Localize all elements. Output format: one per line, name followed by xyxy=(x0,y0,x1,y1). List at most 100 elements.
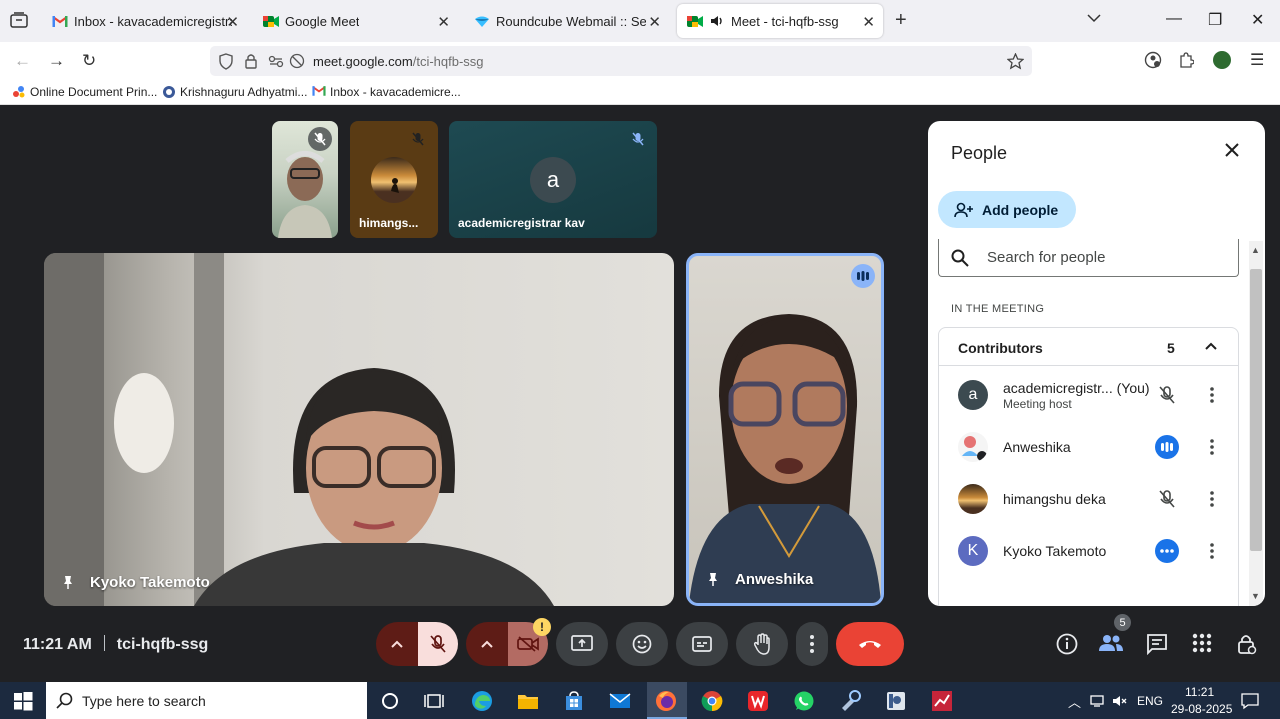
permissions-icon[interactable] xyxy=(268,53,284,69)
input-language[interactable]: ENG xyxy=(1137,694,1163,708)
restore-icon[interactable]: ❐ xyxy=(1208,10,1222,30)
tool-app-icon[interactable] xyxy=(838,689,862,713)
video-options-button[interactable] xyxy=(466,622,508,666)
minimize-icon[interactable]: — xyxy=(1166,10,1182,28)
more-options-button[interactable] xyxy=(796,622,828,666)
new-tab-button[interactable]: + xyxy=(895,9,907,32)
chat-icon[interactable] xyxy=(1146,633,1168,655)
chevron-down-icon[interactable] xyxy=(1086,12,1102,24)
close-tab-icon[interactable]: ✕ xyxy=(226,13,239,31)
url-text[interactable]: meet.google.com/tci-hqfb-ssg xyxy=(313,54,484,69)
chevron-up-icon[interactable] xyxy=(1204,341,1218,351)
close-icon[interactable] xyxy=(1224,142,1240,158)
participant-role: Meeting host xyxy=(1003,397,1072,411)
more-options-icon[interactable] xyxy=(1205,435,1219,459)
captions-button[interactable] xyxy=(676,622,728,666)
profile-avatar[interactable] xyxy=(1213,51,1231,69)
scroll-up-icon[interactable]: ▲ xyxy=(1251,245,1260,255)
tab-list-icon[interactable] xyxy=(10,12,28,28)
pin-icon[interactable] xyxy=(705,571,721,587)
scroll-down-icon[interactable]: ▼ xyxy=(1251,591,1260,601)
windows-start-icon[interactable] xyxy=(11,689,35,713)
participant-row[interactable]: himangshu deka xyxy=(939,473,1238,525)
participant-thumb-himangshu[interactable]: himangs... xyxy=(350,121,438,238)
meet-icon xyxy=(263,13,279,29)
search-placeholder: Search for people xyxy=(987,249,1106,266)
participant-row[interactable]: K Kyoko Takemoto xyxy=(939,525,1238,577)
firefox-icon[interactable] xyxy=(654,689,678,713)
forward-icon[interactable]: → xyxy=(48,51,65,71)
bookmark-item[interactable]: Inbox - kavacademicre... xyxy=(312,85,461,99)
leave-call-button[interactable] xyxy=(836,622,904,666)
volume-muted-icon[interactable] xyxy=(1112,694,1128,708)
mic-off-icon[interactable] xyxy=(1155,383,1179,407)
speaker-icon[interactable] xyxy=(709,13,725,29)
participant-thumb-academicregistrar[interactable]: a academicregistrar kav xyxy=(449,121,657,238)
menu-icon[interactable]: ☰ xyxy=(1250,50,1264,70)
tab-gmail-inbox[interactable]: Inbox - kavacademicregistrar@g ✕ xyxy=(42,4,247,38)
info-icon[interactable] xyxy=(1056,633,1078,655)
people-icon[interactable] xyxy=(1099,633,1123,653)
contributors-header[interactable]: Contributors 5 xyxy=(939,328,1238,366)
scroll-thumb[interactable] xyxy=(1250,269,1262,551)
wps-office-icon[interactable] xyxy=(746,689,770,713)
more-options-icon[interactable] xyxy=(1205,487,1219,511)
audio-options-button[interactable] xyxy=(376,622,418,666)
close-tab-icon[interactable]: ✕ xyxy=(437,13,450,31)
warning-badge[interactable]: ! xyxy=(533,618,551,636)
tray-expand-icon[interactable]: ︿ xyxy=(1068,692,1081,711)
participant-thumb-video[interactable] xyxy=(272,121,338,238)
extensions-icon[interactable] xyxy=(1178,51,1194,69)
reactions-button[interactable] xyxy=(616,622,668,666)
bookmark-item[interactable]: Online Document Prin... xyxy=(12,85,157,99)
store-icon[interactable] xyxy=(562,689,586,713)
activities-grid-icon[interactable] xyxy=(1192,633,1212,653)
notifications-icon[interactable] xyxy=(1241,692,1259,710)
more-options-icon[interactable] xyxy=(1205,383,1219,407)
back-icon[interactable]: ← xyxy=(14,51,31,71)
panel-scrollbar[interactable]: ▲ ▼ xyxy=(1249,241,1263,606)
main-video-tile[interactable]: Kyoko Takemoto xyxy=(44,253,674,606)
window-close-icon[interactable]: ✕ xyxy=(1251,10,1264,30)
present-screen-button[interactable] xyxy=(556,622,608,666)
camera-blocked-icon[interactable] xyxy=(289,53,305,69)
participant-row[interactable]: a academicregistr... (You) Meeting host xyxy=(939,369,1238,421)
taskbar-search-placeholder: Type here to search xyxy=(82,692,206,709)
captions-icon xyxy=(692,636,712,652)
mail-icon[interactable] xyxy=(608,689,632,713)
lock-icon[interactable] xyxy=(244,53,258,69)
clock-date[interactable]: 29-08-2025 xyxy=(1171,702,1232,716)
network-icon[interactable] xyxy=(1090,694,1106,708)
edge-icon[interactable] xyxy=(470,689,494,713)
task-view-icon[interactable] xyxy=(422,689,446,713)
host-controls-lock-icon[interactable] xyxy=(1237,633,1257,655)
close-tab-icon[interactable]: ✕ xyxy=(862,13,875,31)
chart-app-icon[interactable] xyxy=(930,689,954,713)
app-id-icon[interactable] xyxy=(884,689,908,713)
pin-icon[interactable] xyxy=(60,574,76,590)
raise-hand-button[interactable] xyxy=(736,622,788,666)
address-bar[interactable]: meet.google.com/tci-hqfb-ssg xyxy=(210,46,1032,76)
tab-meet-active[interactable]: Meet - tci-hqfb-ssg ✕ xyxy=(677,4,883,38)
shield-icon[interactable] xyxy=(218,53,234,70)
taskbar-search-input[interactable]: Type here to search xyxy=(46,682,367,719)
reload-icon[interactable]: ↻ xyxy=(82,51,96,71)
mic-off-icon[interactable] xyxy=(1155,487,1179,511)
more-options-icon[interactable] xyxy=(1205,539,1219,563)
cortana-icon[interactable] xyxy=(378,689,402,713)
tab-google-meet[interactable]: Google Meet ✕ xyxy=(253,4,458,38)
file-explorer-icon[interactable] xyxy=(516,689,540,713)
bookmark-item[interactable]: Krishnaguru Adhyatmi... xyxy=(162,85,307,99)
search-people-input[interactable]: Search for people xyxy=(938,239,1239,277)
bookmark-star-icon[interactable] xyxy=(1007,53,1024,70)
participant-row[interactable]: Anweshika xyxy=(939,421,1238,473)
chrome-icon[interactable] xyxy=(700,689,724,713)
mic-toggle-button[interactable] xyxy=(418,622,458,666)
close-tab-icon[interactable]: ✕ xyxy=(648,13,661,31)
clock-time[interactable]: 11:21 xyxy=(1185,685,1214,699)
add-people-button[interactable]: Add people xyxy=(938,191,1076,228)
account-icon[interactable] xyxy=(1144,51,1162,69)
active-speaker-tile[interactable]: Anweshika xyxy=(686,253,884,606)
tab-roundcube[interactable]: Roundcube Webmail :: Search re ✕ xyxy=(464,4,669,38)
whatsapp-icon[interactable] xyxy=(792,689,816,713)
